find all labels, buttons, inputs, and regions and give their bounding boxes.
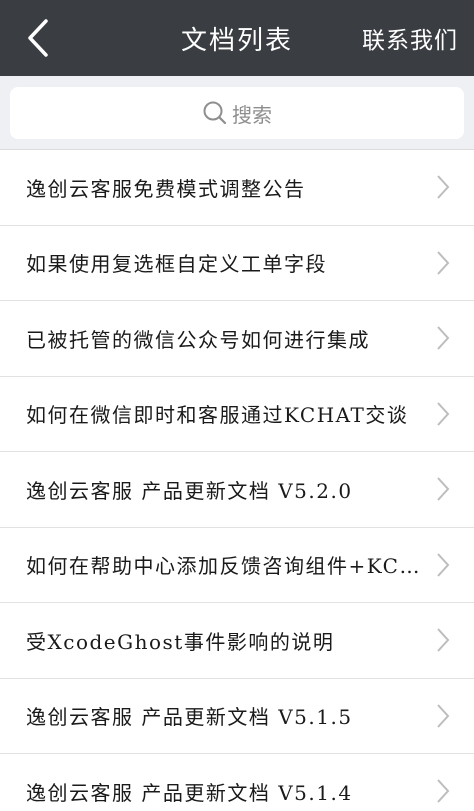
search-icon	[203, 101, 227, 125]
app-screen: 文档列表 联系我们 搜索 逸创云客服免费模式调整公告 如果使用复选框自定义工单字…	[0, 0, 474, 811]
back-button[interactable]	[8, 0, 68, 76]
list-item[interactable]: 逸创云客服 产品更新文档 V5.1.5	[0, 678, 474, 754]
chevron-right-icon	[437, 251, 450, 275]
chevron-right-icon	[437, 175, 450, 199]
article-title: 如何在微信即时和客服通过KCHAT交谈	[26, 403, 409, 428]
search-placeholder: 搜索	[232, 102, 272, 127]
list-item[interactable]: 如果使用复选框自定义工单字段	[0, 225, 474, 301]
list-item[interactable]: 逸创云客服 产品更新文档 V5.2.0	[0, 452, 474, 528]
article-title: 如果使用复选框自定义工单字段	[26, 252, 327, 277]
page-title: 文档列表	[180, 25, 293, 56]
chevron-right-icon	[437, 477, 450, 501]
chevron-right-icon	[437, 553, 450, 577]
article-list: 逸创云客服免费模式调整公告 如果使用复选框自定义工单字段 已被托管的微信公众号如…	[0, 150, 474, 811]
list-item[interactable]: 受XcodeGhost事件影响的说明	[0, 603, 474, 679]
list-item[interactable]: 如何在帮助中心添加反馈咨询组件+KCHAT	[0, 527, 474, 603]
article-title: 如何在帮助中心添加反馈咨询组件+KCHAT	[26, 554, 422, 579]
article-title: 受XcodeGhost事件影响的说明	[26, 629, 335, 654]
chevron-right-icon	[437, 402, 450, 426]
search-input[interactable]: 搜索	[10, 87, 464, 139]
chevron-right-icon	[437, 779, 450, 803]
article-title: 已被托管的微信公众号如何进行集成	[26, 327, 370, 352]
article-title: 逸创云客服 产品更新文档 V5.1.4	[26, 780, 353, 805]
article-title: 逸创云客服免费模式调整公告	[26, 176, 306, 201]
chevron-right-icon	[437, 628, 450, 652]
list-item[interactable]: 逸创云客服免费模式调整公告	[0, 150, 474, 226]
navigation-bar: 文档列表 联系我们	[0, 0, 474, 76]
chevron-right-icon	[437, 326, 450, 350]
chevron-left-icon	[28, 19, 48, 57]
chevron-right-icon	[437, 704, 450, 728]
list-item[interactable]: 已被托管的微信公众号如何进行集成	[0, 301, 474, 377]
article-title: 逸创云客服 产品更新文档 V5.1.5	[26, 705, 353, 730]
list-item[interactable]: 逸创云客服 产品更新文档 V5.1.4	[0, 754, 474, 811]
search-bar-container: 搜索	[0, 76, 474, 150]
contact-us-button[interactable]: 联系我们	[362, 0, 458, 76]
list-item[interactable]: 如何在微信即时和客服通过KCHAT交谈	[0, 376, 474, 452]
article-title: 逸创云客服 产品更新文档 V5.2.0	[26, 478, 353, 503]
